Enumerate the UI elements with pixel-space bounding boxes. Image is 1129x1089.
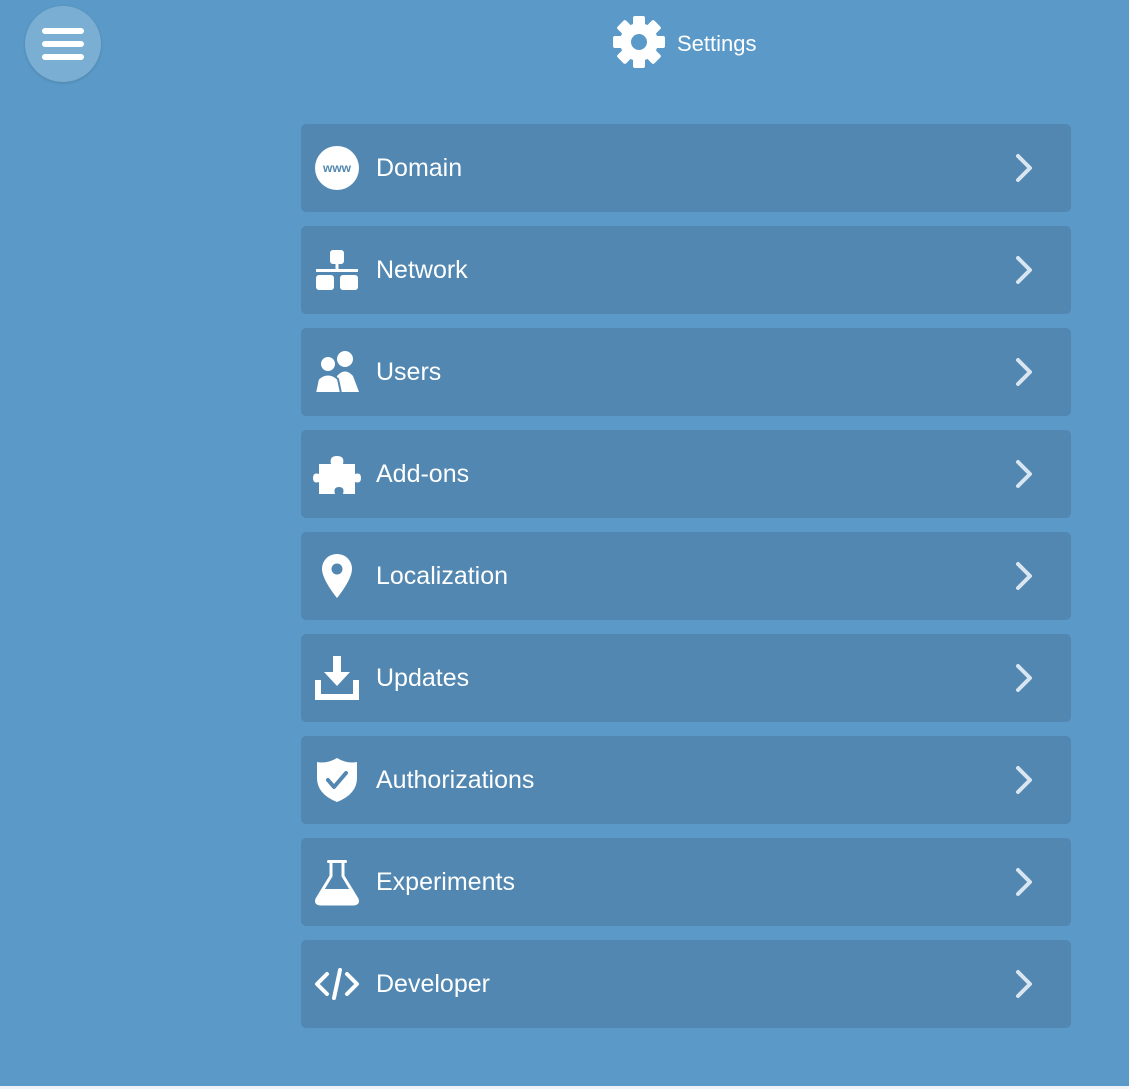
chevron-right-icon (1016, 970, 1032, 998)
settings-item-authorizations[interactable]: Authorizations (301, 736, 1071, 824)
settings-item-label: Authorizations (376, 766, 535, 794)
settings-item-domain[interactable]: www Domain (301, 124, 1071, 212)
www-globe-icon: www (315, 146, 359, 190)
gear-icon (613, 16, 665, 68)
page-title: Settings (677, 31, 757, 56)
page-header: Settings (0, 14, 1129, 74)
users-icon (313, 351, 359, 394)
settings-item-label: Add-ons (376, 460, 470, 488)
settings-list: www Domain Network Users Add-ons Localiz… (301, 124, 1071, 1042)
settings-item-users[interactable]: Users (301, 328, 1071, 416)
chevron-right-icon (1016, 664, 1032, 692)
settings-item-label: Network (376, 256, 468, 284)
settings-item-label: Updates (376, 664, 470, 692)
chevron-right-icon (1016, 460, 1032, 488)
settings-item-network[interactable]: Network (301, 226, 1071, 314)
chevron-right-icon (1016, 562, 1032, 590)
chevron-right-icon (1016, 868, 1032, 896)
chevron-right-icon (1016, 154, 1032, 182)
settings-item-label: Domain (376, 154, 463, 182)
download-tray-icon (315, 656, 359, 700)
network-icon (316, 250, 358, 290)
settings-item-addons[interactable]: Add-ons (301, 430, 1071, 518)
puzzle-piece-icon (313, 456, 361, 494)
chevron-right-icon (1016, 766, 1032, 794)
settings-item-developer[interactable]: Developer (301, 940, 1071, 1028)
settings-item-label: Experiments (376, 868, 515, 896)
code-icon (315, 968, 359, 1000)
settings-item-updates[interactable]: Updates (301, 634, 1071, 722)
settings-item-label: Localization (376, 562, 509, 590)
map-pin-icon (322, 554, 352, 598)
chevron-right-icon (1016, 256, 1032, 284)
settings-item-label: Users (376, 358, 442, 386)
svg-text:www: www (322, 161, 352, 175)
settings-item-label: Developer (376, 970, 490, 998)
flask-icon (315, 860, 359, 906)
settings-item-experiments[interactable]: Experiments (301, 838, 1071, 926)
chevron-right-icon (1016, 358, 1032, 386)
shield-check-icon (317, 758, 357, 802)
settings-item-localization[interactable]: Localization (301, 532, 1071, 620)
